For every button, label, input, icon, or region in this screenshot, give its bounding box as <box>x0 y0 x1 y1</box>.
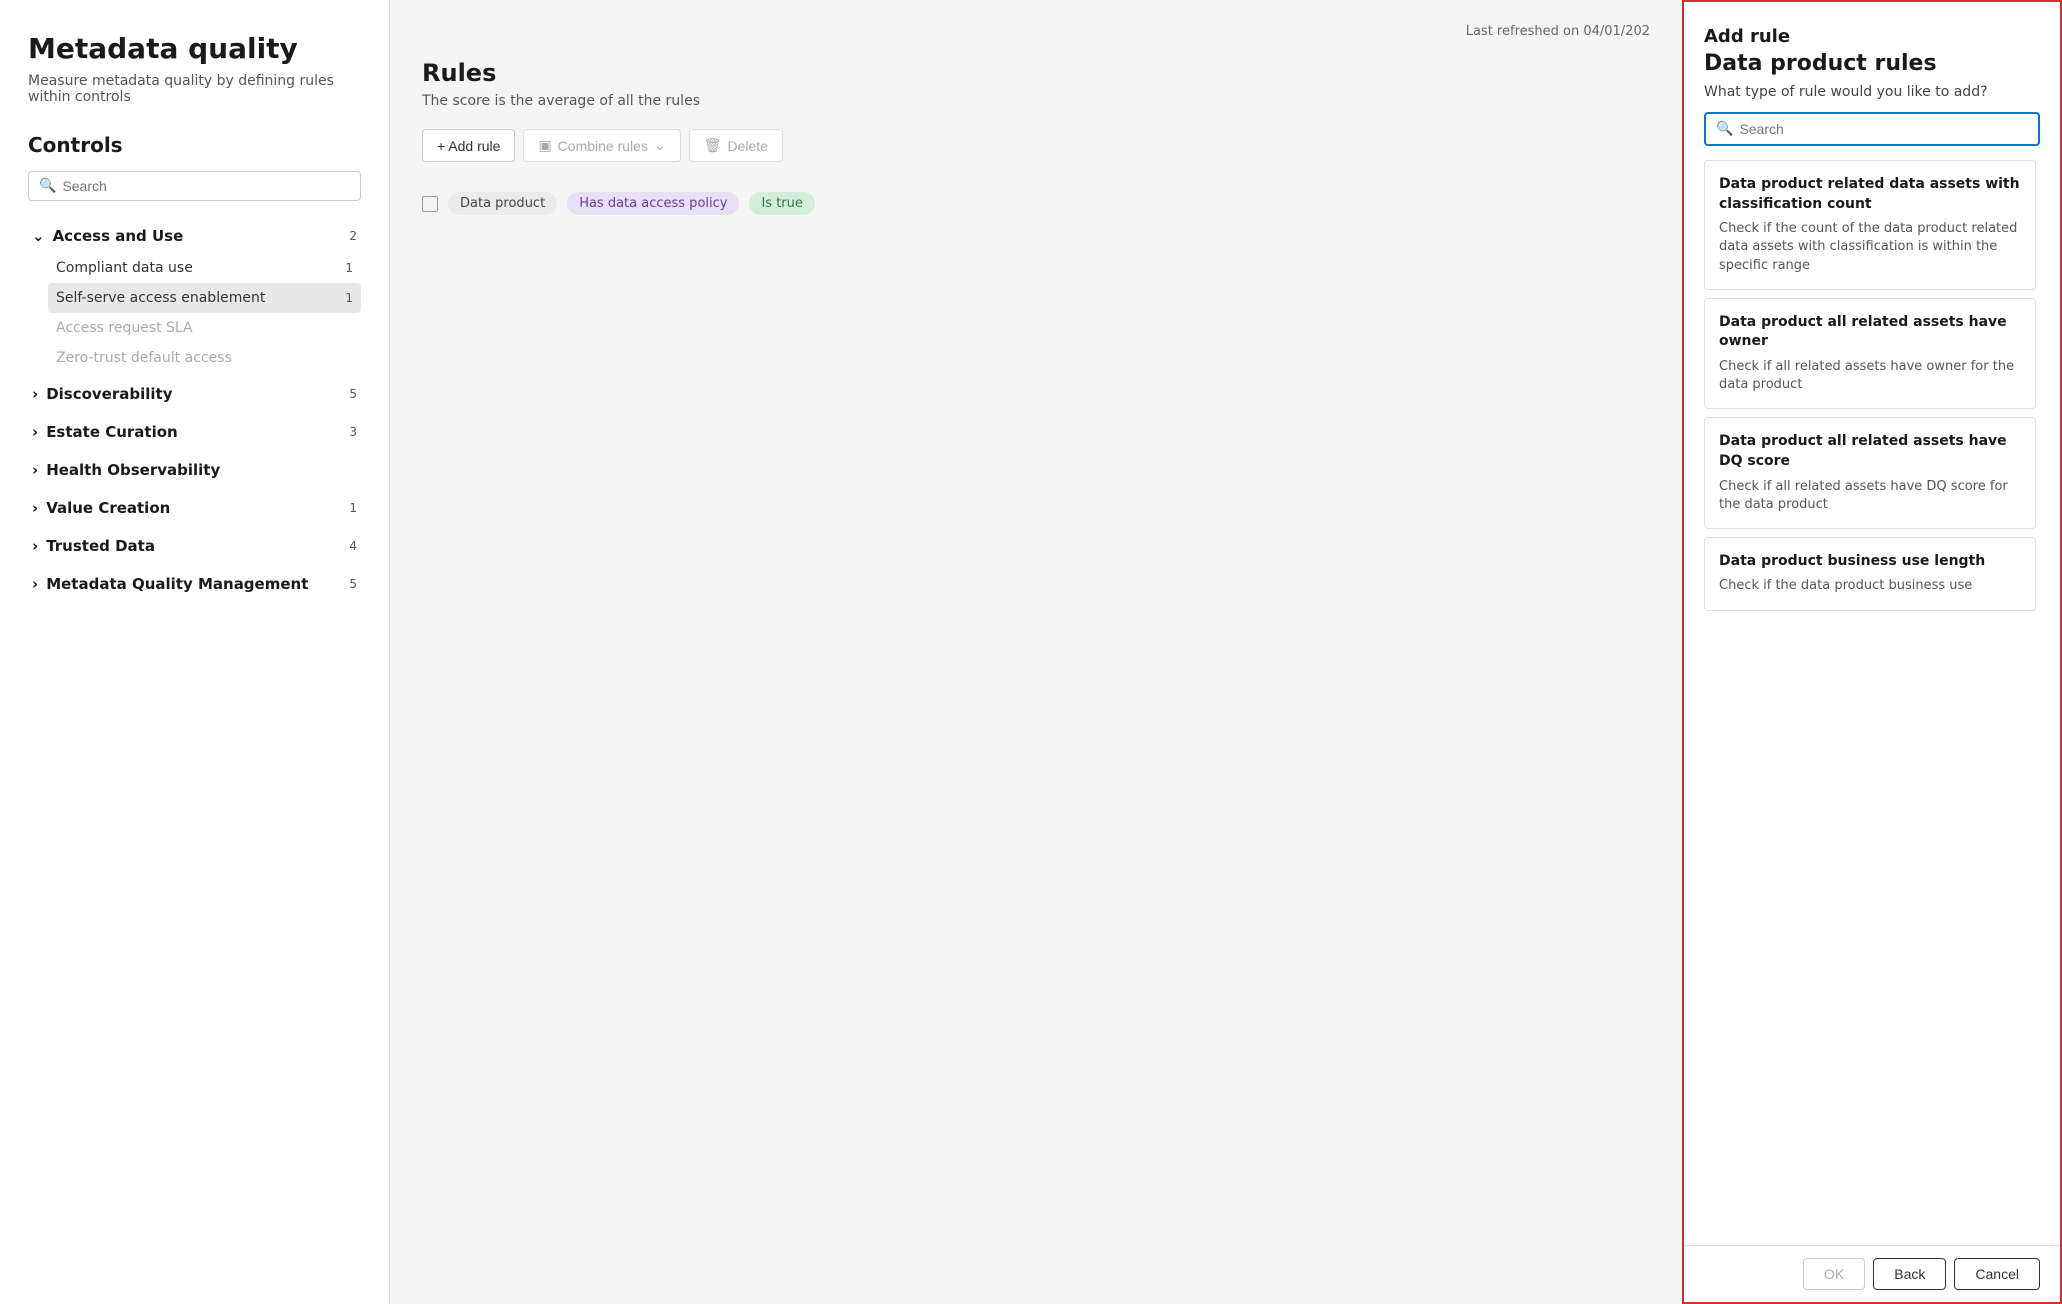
rules-subtitle: The score is the average of all the rule… <box>422 93 1650 109</box>
tag-data-product: Data product <box>448 192 557 215</box>
cancel-button[interactable]: Cancel <box>1954 1258 2040 1290</box>
nav-section-header-trusted-data[interactable]: › Trusted Data 4 <box>28 529 361 563</box>
rule-card-desc-3: Check if all related assets have DQ scor… <box>1719 478 2021 514</box>
nav-badge-metadata-quality-mgmt: 5 <box>349 577 357 591</box>
controls-header: Controls <box>28 133 361 157</box>
nav-section-estate-curation: › Estate Curation 3 <box>28 415 361 449</box>
tag-is-true: Is true <box>749 192 814 215</box>
chevron-down-icon-combine: ⌄ <box>654 137 666 154</box>
nav-section-access-and-use: ⌄ Access and Use 2 Compliant data use 1 … <box>28 219 361 373</box>
nav-section-label-estate-curation: Estate Curation <box>46 423 178 441</box>
rule-checkbox[interactable] <box>422 196 438 212</box>
last-refreshed: Last refreshed on 04/01/202 <box>422 24 1650 39</box>
chevron-down-icon: ⌄ <box>32 227 45 245</box>
chevron-right-icon: › <box>32 385 38 403</box>
chevron-right-icon-3: › <box>32 461 38 479</box>
add-rule-footer: OK Back Cancel <box>1684 1245 2060 1302</box>
rule-search-icon: 🔍 <box>1716 121 1733 137</box>
rule-card-title-3: Data product all related assets have DQ … <box>1719 432 2021 471</box>
back-button[interactable]: Back <box>1873 1258 1946 1290</box>
rule-card-all-related-assets-dq[interactable]: Data product all related assets have DQ … <box>1704 417 2036 529</box>
nav-badge-trusted-data: 4 <box>349 539 357 553</box>
tag-has-data-access-policy: Has data access policy <box>567 192 739 215</box>
chevron-right-icon-6: › <box>32 575 38 593</box>
chevron-right-icon-2: › <box>32 423 38 441</box>
rule-card-related-assets-classification[interactable]: Data product related data assets with cl… <box>1704 160 2036 290</box>
nav-item-compliant-data-use[interactable]: Compliant data use 1 <box>48 253 361 283</box>
rule-card-title-4: Data product business use length <box>1719 552 2021 572</box>
nav-section-metadata-quality-mgmt: › Metadata Quality Management 5 <box>28 567 361 601</box>
nav-section-label-access-and-use: Access and Use <box>53 227 184 245</box>
nav-badge-estate-curation: 3 <box>349 425 357 439</box>
add-rule-title: Add rule <box>1704 26 2040 47</box>
chevron-right-icon-5: › <box>32 537 38 555</box>
controls-search-box[interactable]: 🔍 <box>28 171 361 201</box>
rule-card-all-related-assets-owner[interactable]: Data product all related assets have own… <box>1704 298 2036 410</box>
table-row: Data product Has data access policy Is t… <box>422 182 1650 225</box>
add-rule-button[interactable]: + Add rule <box>422 129 515 162</box>
page-subtitle: Measure metadata quality by defining rul… <box>28 73 361 105</box>
nav-section-label-trusted-data: Trusted Data <box>46 537 155 555</box>
page-title: Metadata quality <box>28 32 361 65</box>
search-icon: 🔍 <box>39 178 56 194</box>
nav-badge-access-and-use: 2 <box>349 229 357 243</box>
rule-card-business-use-length[interactable]: Data product business use length Check i… <box>1704 537 2036 611</box>
data-product-rules-title: Data product rules <box>1704 51 2040 76</box>
rule-card-desc-4: Check if the data product business use <box>1719 577 2021 595</box>
nav-section-value-creation: › Value Creation 1 <box>28 491 361 525</box>
combine-icon: ▣ <box>538 137 551 154</box>
nav-section-label-health-observability: Health Observability <box>46 461 220 479</box>
trash-icon: 🗑 <box>704 137 722 154</box>
rule-card-title-2: Data product all related assets have own… <box>1719 313 2021 352</box>
controls-panel: Metadata quality Measure metadata qualit… <box>0 0 390 1304</box>
nav-section-header-metadata-quality-mgmt[interactable]: › Metadata Quality Management 5 <box>28 567 361 601</box>
nav-section-header-health-observability[interactable]: › Health Observability <box>28 453 361 487</box>
chevron-right-icon-4: › <box>32 499 38 517</box>
add-rule-content: Add rule Data product rules What type of… <box>1684 2 2060 1245</box>
nav-section-header-value-creation[interactable]: › Value Creation 1 <box>28 491 361 525</box>
rule-card-desc-2: Check if all related assets have owner f… <box>1719 358 2021 394</box>
nav-section-label-metadata-quality-mgmt: Metadata Quality Management <box>46 575 308 593</box>
nav-item-zero-trust[interactable]: Zero-trust default access <box>48 343 361 373</box>
nav-section-discoverability: › Discoverability 5 <box>28 377 361 411</box>
rules-toolbar: + Add rule ▣ Combine rules ⌄ 🗑 Delete <box>422 129 1650 162</box>
controls-search-input[interactable] <box>62 178 350 194</box>
nav-section-label-value-creation: Value Creation <box>46 499 170 517</box>
nav-section-header-discoverability[interactable]: › Discoverability 5 <box>28 377 361 411</box>
rule-search-input[interactable] <box>1739 121 2028 137</box>
add-rule-panel: Add rule Data product rules What type of… <box>1682 0 2062 1304</box>
nav-children-access-and-use: Compliant data use 1 Self-serve access e… <box>48 253 361 373</box>
nav-item-self-serve-access[interactable]: Self-serve access enablement 1 <box>48 283 361 313</box>
nav-section-header-access-and-use[interactable]: ⌄ Access and Use 2 <box>28 219 361 253</box>
rule-card-desc-1: Check if the count of the data product r… <box>1719 220 2021 275</box>
ok-button[interactable]: OK <box>1803 1258 1865 1290</box>
nav-badge-value-creation: 1 <box>349 501 357 515</box>
nav-badge-discoverability: 5 <box>349 387 357 401</box>
nav-section-health-observability: › Health Observability <box>28 453 361 487</box>
main-content: Last refreshed on 04/01/202 Rules The sc… <box>390 0 1682 1304</box>
nav-item-access-request-sla[interactable]: Access request SLA <box>48 313 361 343</box>
combine-rules-button[interactable]: ▣ Combine rules ⌄ <box>523 129 680 162</box>
nav-section-trusted-data: › Trusted Data 4 <box>28 529 361 563</box>
nav-section-header-estate-curation[interactable]: › Estate Curation 3 <box>28 415 361 449</box>
add-rule-question: What type of rule would you like to add? <box>1704 84 2040 100</box>
rule-search-box[interactable]: 🔍 <box>1704 112 2040 146</box>
rule-card-title-1: Data product related data assets with cl… <box>1719 175 2021 214</box>
rules-list: Data product related data assets with cl… <box>1704 160 2040 1229</box>
nav-section-label-discoverability: Discoverability <box>46 385 172 403</box>
delete-button[interactable]: 🗑 Delete <box>689 129 783 162</box>
rules-header: Rules <box>422 59 1650 87</box>
